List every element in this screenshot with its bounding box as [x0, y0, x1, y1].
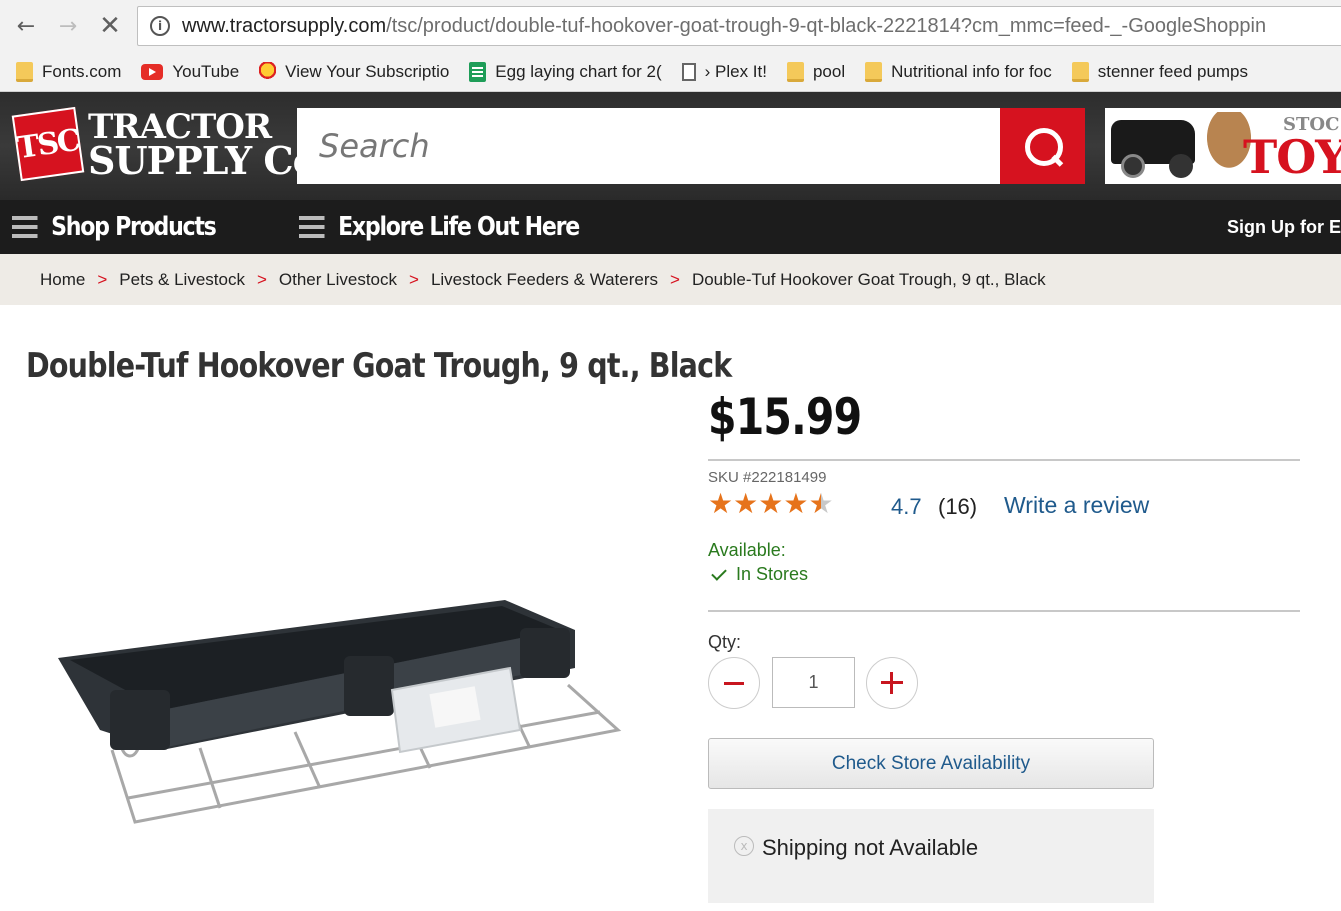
url-host: www.tractorsupply.com [182, 14, 387, 37]
bookmark-label: › Plex It! [704, 61, 767, 81]
explore-life-menu[interactable]: Explore Life Out Here [299, 200, 580, 254]
hamburger-icon [12, 216, 38, 238]
bookmark-nutritional[interactable]: Nutritional info for foc [865, 61, 1052, 82]
browser-toolbar: ← → ✕ i www.tractorsupply.com/tsc/produc… [0, 0, 1341, 52]
star-half-icon: ★ [808, 487, 834, 520]
qty-decrease-button[interactable] [708, 657, 760, 709]
address-bar[interactable]: i www.tractorsupply.com/tsc/product/doub… [137, 6, 1341, 46]
breadcrumb-separator: > [97, 269, 108, 289]
bookmark-youtube[interactable]: YouTube [141, 62, 239, 82]
bookmark-fonts[interactable]: Fonts.com [16, 61, 122, 82]
promo-banner[interactable]: STOC TOY [1105, 108, 1341, 184]
qty-increase-button[interactable] [866, 657, 918, 709]
info-icon[interactable]: i [150, 16, 170, 36]
search-button[interactable] [1000, 108, 1085, 184]
bookmarks-bar: Fonts.com YouTube View Your Subscriptio … [0, 52, 1341, 92]
bookmark-plex[interactable]: › Plex It! [681, 61, 767, 82]
breadcrumb-other-livestock[interactable]: Other Livestock [279, 270, 397, 290]
forward-arrow-icon[interactable]: → [52, 10, 84, 42]
explore-life-label: Explore Life Out Here [338, 212, 580, 242]
star-full-icon: ★ [733, 487, 759, 520]
bookmark-label: stenner feed pumps [1097, 61, 1249, 81]
shop-products-menu[interactable]: Shop Products [12, 200, 217, 254]
bookmark-pool[interactable]: pool [786, 61, 846, 82]
breadcrumb: Home > Pets & Livestock > Other Livestoc… [0, 254, 1341, 305]
bookmark-label: Nutritional info for foc [891, 61, 1052, 81]
search-box [297, 108, 1000, 184]
logo-line-2: SUPPLY Co [88, 138, 318, 183]
youtube-icon [141, 63, 164, 80]
breadcrumb-separator: > [409, 269, 419, 289]
check-store-availability-button[interactable]: Check Store Availability [708, 738, 1154, 789]
bookmark-label: View Your Subscriptio [285, 61, 450, 81]
shop-products-label: Shop Products [51, 212, 217, 242]
tsc-logo[interactable]: TSC TRACTOR SUPPLY Co [11, 106, 318, 183]
search-icon [1023, 126, 1063, 166]
bookmark-label: pool [812, 61, 846, 81]
breadcrumb-feeders-waterers[interactable]: Livestock Feeders & Waterers [431, 270, 658, 290]
folder-icon [16, 61, 33, 82]
product-price: $15.99 [708, 388, 862, 446]
shipping-status: Shipping not Available [762, 835, 979, 860]
breadcrumb-separator: > [256, 269, 267, 289]
close-circle-icon: x [734, 836, 754, 856]
bookmark-label: Egg laying chart for 2( [495, 61, 662, 81]
folder-icon [1071, 61, 1089, 82]
availability-value: In Stores [711, 564, 809, 585]
checkmark-icon [711, 564, 727, 581]
qty-label: Qty: [708, 632, 742, 652]
search-input[interactable] [319, 127, 1000, 165]
minus-icon [724, 681, 744, 685]
product-sku: SKU #222181499 [708, 469, 827, 486]
hamburger-icon [299, 216, 325, 238]
divider [708, 610, 1300, 612]
write-review-link[interactable]: Write a review [1004, 492, 1149, 519]
availability-label: Available: [708, 540, 786, 560]
sheets-icon [469, 61, 487, 82]
chick-icon [259, 61, 277, 82]
rating-stars[interactable]: ★ ★ ★ ★ ★ [708, 490, 834, 518]
bookmark-subscription[interactable]: View Your Subscriptio [259, 61, 450, 82]
star-full-icon: ★ [758, 487, 784, 520]
bookmark-label: Fonts.com [42, 61, 122, 81]
plus-icon [881, 672, 903, 694]
breadcrumb-home[interactable]: Home [40, 270, 85, 290]
divider [708, 459, 1300, 461]
bookmark-egg-chart[interactable]: Egg laying chart for 2( [469, 61, 662, 82]
main-menu-bar: Shop Products Explore Life Out Here Sign… [0, 200, 1341, 254]
folder-icon [786, 61, 804, 82]
product-image[interactable] [40, 560, 640, 860]
breadcrumb-separator: > [670, 269, 680, 289]
signup-link[interactable]: Sign Up for E [1227, 200, 1341, 254]
bookmark-label: YouTube [172, 61, 240, 81]
folder-icon [865, 61, 883, 82]
star-full-icon: ★ [783, 487, 809, 520]
shipping-box: x Shipping not Available [708, 809, 1154, 903]
logo-wordmark: TRACTOR SUPPLY Co [88, 110, 318, 183]
product-title: Double-Tuf Hookover Goat Trough, 9 qt., … [26, 346, 732, 386]
breadcrumb-pets-livestock[interactable]: Pets & Livestock [119, 270, 245, 290]
qty-input[interactable] [772, 657, 855, 708]
back-arrow-icon[interactable]: ← [10, 10, 42, 42]
review-count[interactable]: (16) [938, 494, 977, 520]
truck-image [1111, 120, 1195, 178]
promo-big-text: TOY [1243, 130, 1341, 184]
page-icon [681, 62, 696, 81]
star-full-icon: ★ [708, 487, 734, 520]
url-path: /tsc/product/double-tuf-hookover-goat-tr… [386, 14, 1267, 37]
bookmark-stenner[interactable]: stenner feed pumps [1071, 61, 1249, 82]
availability-text: In Stores [736, 564, 809, 584]
breadcrumb-current: Double-Tuf Hookover Goat Trough, 9 qt., … [691, 269, 1046, 289]
site-header: TSC TRACTOR SUPPLY Co STOC TOY [0, 92, 1341, 200]
rating-value: 4.7 [891, 494, 922, 519]
logo-badge: TSC [11, 106, 85, 182]
stop-loading-icon[interactable]: ✕ [94, 10, 126, 42]
